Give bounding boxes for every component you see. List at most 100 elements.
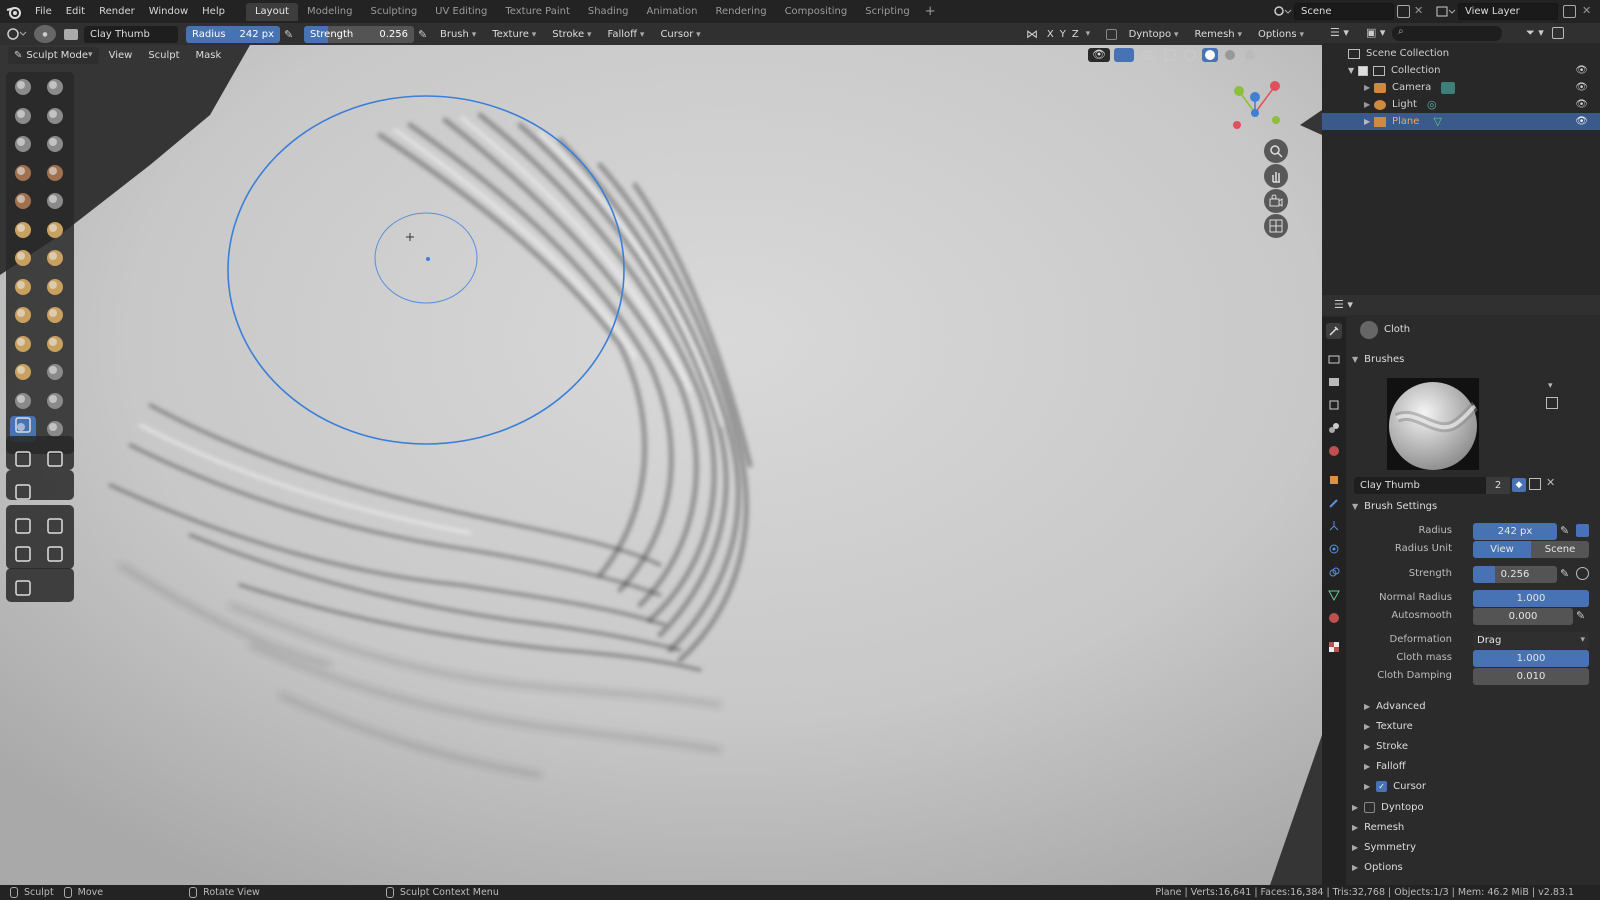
transform-icon[interactable] bbox=[42, 541, 68, 567]
clay-thumb-brush-icon[interactable] bbox=[10, 131, 36, 157]
flatten-brush-icon[interactable] bbox=[10, 217, 36, 243]
snake-hook-brush-icon[interactable] bbox=[42, 302, 68, 328]
view-layer-icon[interactable] bbox=[1436, 5, 1456, 18]
shading-rendered-icon[interactable] bbox=[1242, 48, 1258, 62]
scale-icon[interactable] bbox=[10, 541, 36, 567]
mask-icon[interactable] bbox=[10, 412, 36, 438]
section-options[interactable]: ▶ Options bbox=[1352, 862, 1403, 872]
strength-unified-icon[interactable] bbox=[1576, 567, 1589, 580]
subsection-cursor[interactable]: ▶ ✓ Cursor bbox=[1364, 781, 1426, 792]
cursor-menu[interactable]: Cursor bbox=[654, 26, 706, 43]
overlay-toggle-icon[interactable] bbox=[1138, 48, 1158, 62]
brush-image-icon[interactable] bbox=[1546, 397, 1558, 409]
tab-rendering[interactable]: Rendering bbox=[706, 3, 775, 21]
menu-help[interactable]: Help bbox=[195, 0, 232, 23]
boundary-brush-icon[interactable] bbox=[42, 388, 68, 414]
annotate-icon[interactable] bbox=[10, 575, 36, 601]
shading-material-icon[interactable] bbox=[1222, 48, 1238, 62]
inflate-brush-icon[interactable] bbox=[10, 160, 36, 186]
view-layer-new-icon[interactable] bbox=[1563, 5, 1576, 18]
deformation-dropdown[interactable]: Drag ▾ bbox=[1473, 632, 1589, 649]
duplicate-brush-icon[interactable] bbox=[1529, 478, 1541, 490]
xray-toggle-icon[interactable] bbox=[1162, 48, 1178, 62]
zoom-icon[interactable] bbox=[1264, 139, 1288, 163]
layer-brush-icon[interactable] bbox=[42, 131, 68, 157]
tab-scripting[interactable]: Scripting bbox=[856, 3, 918, 21]
brush-settings-header[interactable]: ▼ Brush Settings bbox=[1352, 501, 1437, 512]
pinch-brush-icon[interactable] bbox=[10, 274, 36, 300]
draw-sharp-brush-icon[interactable] bbox=[42, 74, 68, 100]
navigation-gizmo[interactable] bbox=[1222, 72, 1292, 142]
brush-preview-icon[interactable]: ● bbox=[34, 25, 56, 43]
sculpt-menu[interactable]: Sculpt bbox=[142, 47, 185, 64]
strength-slider[interactable]: 0.256 bbox=[1473, 566, 1557, 583]
move-icon[interactable] bbox=[10, 513, 36, 539]
brush-browse-icon[interactable]: ▾ bbox=[1548, 381, 1553, 391]
fake-user-icon[interactable]: ◆ bbox=[1512, 478, 1526, 492]
autosmooth-slider[interactable]: 0.000 bbox=[1473, 608, 1573, 625]
tab-scene-icon[interactable] bbox=[1326, 420, 1342, 436]
outliner-row-light[interactable]: ▶ Light ◎ 👁 bbox=[1322, 96, 1600, 113]
tab-animation[interactable]: Animation bbox=[638, 3, 707, 21]
blender-logo-icon[interactable] bbox=[0, 0, 28, 23]
tab-world-icon[interactable] bbox=[1326, 443, 1342, 459]
smooth-brush-icon[interactable] bbox=[42, 188, 68, 214]
tab-object-icon[interactable] bbox=[1326, 472, 1342, 488]
autosmooth-pressure-icon[interactable]: ✎ bbox=[1576, 609, 1585, 622]
brush-menu[interactable]: Brush bbox=[434, 26, 482, 43]
scene-close-icon[interactable]: ✕ bbox=[1414, 4, 1423, 17]
blob-brush-icon[interactable] bbox=[42, 160, 68, 186]
cloth-mass-slider[interactable]: 1.000 bbox=[1473, 650, 1589, 667]
tab-view-layer-icon[interactable] bbox=[1326, 397, 1342, 413]
draw-brush-icon[interactable] bbox=[10, 74, 36, 100]
pan-hand-icon[interactable] bbox=[1264, 164, 1288, 188]
brushes-section-header[interactable]: ▼ Brushes bbox=[1352, 354, 1404, 365]
outliner-search-input[interactable]: ⌕ bbox=[1392, 26, 1502, 41]
gizmo-toggle-icon[interactable] bbox=[1114, 48, 1134, 62]
rotate-icon[interactable] bbox=[42, 513, 68, 539]
dyntopo-checkbox[interactable] bbox=[1105, 28, 1117, 40]
stroke-menu[interactable]: Stroke bbox=[546, 26, 597, 43]
symmetry-dropdown-icon[interactable]: ▾ bbox=[1086, 29, 1100, 39]
collection-checkbox[interactable] bbox=[1358, 65, 1368, 76]
symmetry-z-button[interactable]: Z bbox=[1069, 26, 1082, 43]
subsection-texture[interactable]: ▶ Texture bbox=[1364, 721, 1413, 732]
collection-visibility-icon[interactable]: 👁 bbox=[1575, 65, 1588, 76]
properties-editor-icon[interactable]: ☰ ▾ bbox=[1334, 298, 1353, 311]
menu-window[interactable]: Window bbox=[142, 0, 195, 23]
falloff-menu[interactable]: Falloff bbox=[602, 26, 651, 43]
scrape-brush-icon[interactable] bbox=[10, 245, 36, 271]
elastic-deform-brush-icon[interactable] bbox=[10, 302, 36, 328]
radius-unit-view-button[interactable]: View bbox=[1473, 541, 1531, 558]
rotate-brush-icon[interactable] bbox=[42, 359, 68, 385]
tab-texture-paint[interactable]: Texture Paint bbox=[496, 3, 579, 21]
thumb-brush-icon[interactable] bbox=[10, 331, 36, 357]
brush-thumbnail[interactable] bbox=[1387, 378, 1479, 470]
outliner-display-mode-icon[interactable]: ▣ ▾ bbox=[1366, 26, 1385, 39]
slide-relax-brush-icon[interactable] bbox=[10, 388, 36, 414]
lasso-mask-icon[interactable] bbox=[42, 446, 68, 472]
radius-pressure-icon[interactable]: ✎ bbox=[284, 28, 300, 41]
dyntopo-checkbox-props[interactable] bbox=[1364, 802, 1376, 813]
pose-brush-icon[interactable] bbox=[42, 331, 68, 357]
shading-solid-icon[interactable] bbox=[1202, 48, 1218, 62]
radius-pressure-icon[interactable]: ✎ bbox=[1560, 524, 1569, 537]
radius-unified-icon[interactable] bbox=[1576, 524, 1589, 537]
camera-visibility-icon[interactable]: 👁 bbox=[1575, 82, 1588, 93]
tab-layout[interactable]: Layout bbox=[245, 3, 298, 21]
add-workspace-button[interactable]: + bbox=[919, 4, 942, 19]
section-remesh[interactable]: ▶ Remesh bbox=[1352, 822, 1404, 833]
section-dyntopo[interactable]: ▶ Dyntopo bbox=[1352, 802, 1424, 813]
nudge-brush-icon[interactable] bbox=[10, 359, 36, 385]
multiplane-scrape-brush-icon[interactable] bbox=[42, 245, 68, 271]
clay-brush-icon[interactable] bbox=[10, 103, 36, 129]
tab-modeling[interactable]: Modeling bbox=[298, 3, 362, 21]
cloth-damping-slider[interactable]: 0.010 bbox=[1473, 668, 1589, 685]
tab-tool-icon[interactable] bbox=[1326, 323, 1342, 339]
expand-arrow-icon[interactable]: ▶ bbox=[1364, 100, 1374, 109]
new-collection-icon[interactable] bbox=[1552, 27, 1564, 39]
sculpt-mode-selector[interactable]: ✎ Sculpt Mode bbox=[8, 46, 99, 64]
view-layer-field[interactable]: View Layer bbox=[1458, 3, 1558, 20]
outliner-filter-icon[interactable]: ⏷ ▾ bbox=[1526, 26, 1544, 40]
strength-pressure-icon[interactable]: ✎ bbox=[1560, 567, 1569, 580]
